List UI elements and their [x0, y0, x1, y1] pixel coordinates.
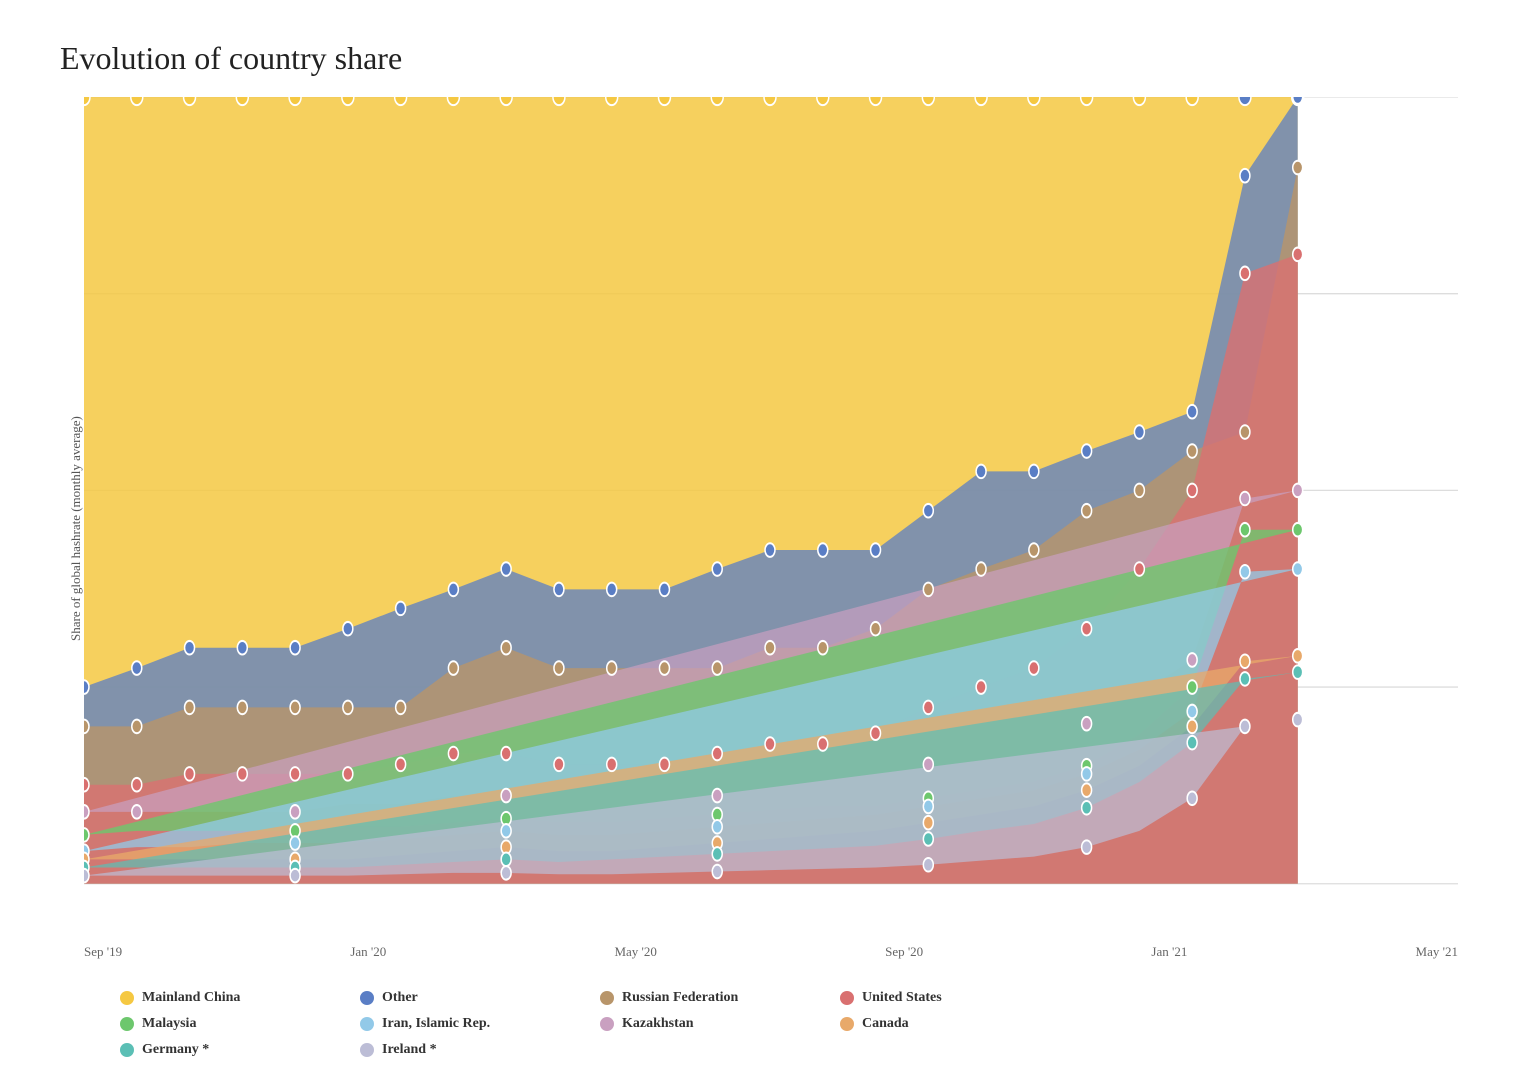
malaysia-dot: [120, 1017, 134, 1031]
legend-col-1: Mainland China Malaysia Germany *: [120, 990, 360, 1058]
legend-item-us: United States: [840, 990, 1080, 1006]
chart-title: Evolution of country share: [60, 40, 1458, 77]
x-label-sep20: Sep '20: [885, 944, 923, 960]
chart-area: Share of global hashrate (monthly averag…: [60, 97, 1458, 960]
chart-container: 0% 25% 50% 75% 100%: [84, 97, 1458, 960]
x-label-jan21: Jan '21: [1151, 944, 1187, 960]
legend-label-us: United States: [862, 990, 942, 1006]
legend-label-china: Mainland China: [142, 990, 240, 1006]
y-axis-label: Share of global hashrate (monthly averag…: [60, 97, 84, 960]
legend-item-russia: Russian Federation: [600, 990, 840, 1006]
canada-dot: [840, 1017, 854, 1031]
legend-col-4: United States Canada: [840, 990, 1080, 1058]
germany-dot: [120, 1043, 134, 1057]
legend-col-3: Russian Federation Kazakhstan: [600, 990, 840, 1058]
legend-col-2: Other Iran, Islamic Rep. Ireland *: [360, 990, 600, 1058]
legend-item-germany: Germany *: [120, 1042, 360, 1058]
legend-label-canada: Canada: [862, 1016, 909, 1032]
iran-dot: [360, 1017, 374, 1031]
ireland-dot: [360, 1043, 374, 1057]
legend-label-malaysia: Malaysia: [142, 1016, 196, 1032]
legend-item-iran: Iran, Islamic Rep.: [360, 1016, 600, 1032]
x-label-sep19: Sep '19: [84, 944, 122, 960]
main-chart: 0% 25% 50% 75% 100%: [84, 97, 1458, 938]
other-dot: [360, 991, 374, 1005]
legend-label-ireland: Ireland *: [382, 1042, 437, 1058]
us-dot: [840, 991, 854, 1005]
legend-label-kazakhstan: Kazakhstan: [622, 1016, 694, 1032]
x-label-may21: May '21: [1416, 944, 1458, 960]
page: Evolution of country share Share of glob…: [0, 0, 1518, 1088]
kazakhstan-dot: [600, 1017, 614, 1031]
legend: Mainland China Malaysia Germany * Other …: [60, 960, 1458, 1068]
legend-item-canada: Canada: [840, 1016, 1080, 1032]
legend-item-malaysia: Malaysia: [120, 1016, 360, 1032]
legend-label-russia: Russian Federation: [622, 990, 738, 1006]
x-label-jan20: Jan '20: [350, 944, 386, 960]
x-label-may20: May '20: [614, 944, 656, 960]
russia-dot: [600, 991, 614, 1005]
x-axis-labels: Sep '19 Jan '20 May '20 Sep '20 Jan '21 …: [84, 938, 1458, 960]
legend-item-ireland: Ireland *: [360, 1042, 600, 1058]
legend-label-germany: Germany *: [142, 1042, 209, 1058]
china-dot: [120, 991, 134, 1005]
legend-item-other: Other: [360, 990, 600, 1006]
legend-label-iran: Iran, Islamic Rep.: [382, 1016, 490, 1032]
legend-item-china: Mainland China: [120, 990, 360, 1006]
legend-label-other: Other: [382, 990, 418, 1006]
legend-item-kazakhstan: Kazakhstan: [600, 1016, 840, 1032]
